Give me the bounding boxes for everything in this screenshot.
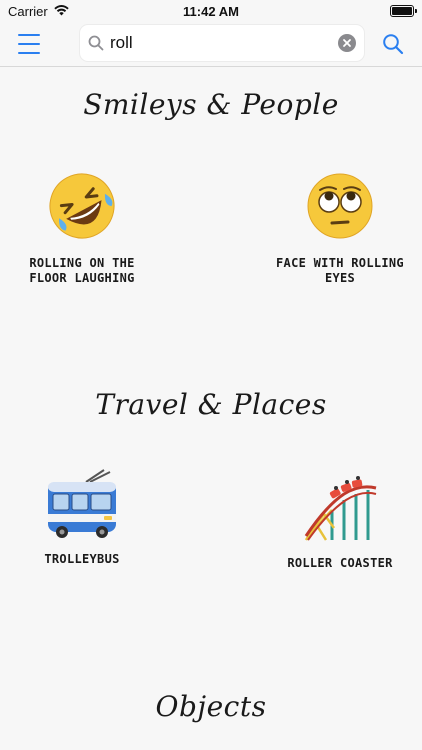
emoji-label: ROLLING ON THE FLOOR LAUGHING <box>29 256 135 285</box>
search-field[interactable] <box>80 25 364 61</box>
roller-coaster-emoji <box>302 466 378 542</box>
search-field-magnifier-icon <box>88 35 104 51</box>
battery-icon <box>390 5 417 17</box>
search-input[interactable] <box>110 33 330 53</box>
rolling-on-the-floor-laughing-emoji <box>46 170 118 242</box>
section-title-travel-places: Travel & Places <box>95 388 327 421</box>
section-title-objects: Objects <box>155 690 267 723</box>
emoji-item-rolling-on-floor-laughing[interactable]: ROLLING ON THE FLOOR LAUGHING <box>12 170 152 286</box>
emoji-item-face-with-rolling-eyes[interactable]: FACE WITH ROLLING EYES <box>270 170 410 286</box>
trolleybus-emoji <box>44 466 120 538</box>
top-nav-bar <box>0 22 422 67</box>
emoji-label: ROLLER COASTER <box>287 556 393 570</box>
clear-search-icon[interactable] <box>338 34 356 52</box>
emoji-label: FACE WITH ROLLING EYES <box>276 256 404 285</box>
search-icon[interactable] <box>382 33 404 55</box>
face-with-rolling-eyes-emoji <box>304 170 376 242</box>
emoji-item-roller-coaster[interactable]: ROLLER COASTER <box>270 466 410 571</box>
emoji-item-trolleybus[interactable]: TROLLEYBUS <box>12 466 152 567</box>
hamburger-menu-icon[interactable] <box>18 34 40 54</box>
emoji-label: TROLLEYBUS <box>44 552 120 566</box>
status-time: 11:42 AM <box>183 3 239 19</box>
status-bar: Carrier 11:42 AM <box>0 0 422 22</box>
app-screen: Carrier 11:42 AM roll Smileys & People R… <box>0 0 422 750</box>
section-title-smileys-people: Smileys & People <box>83 88 339 121</box>
